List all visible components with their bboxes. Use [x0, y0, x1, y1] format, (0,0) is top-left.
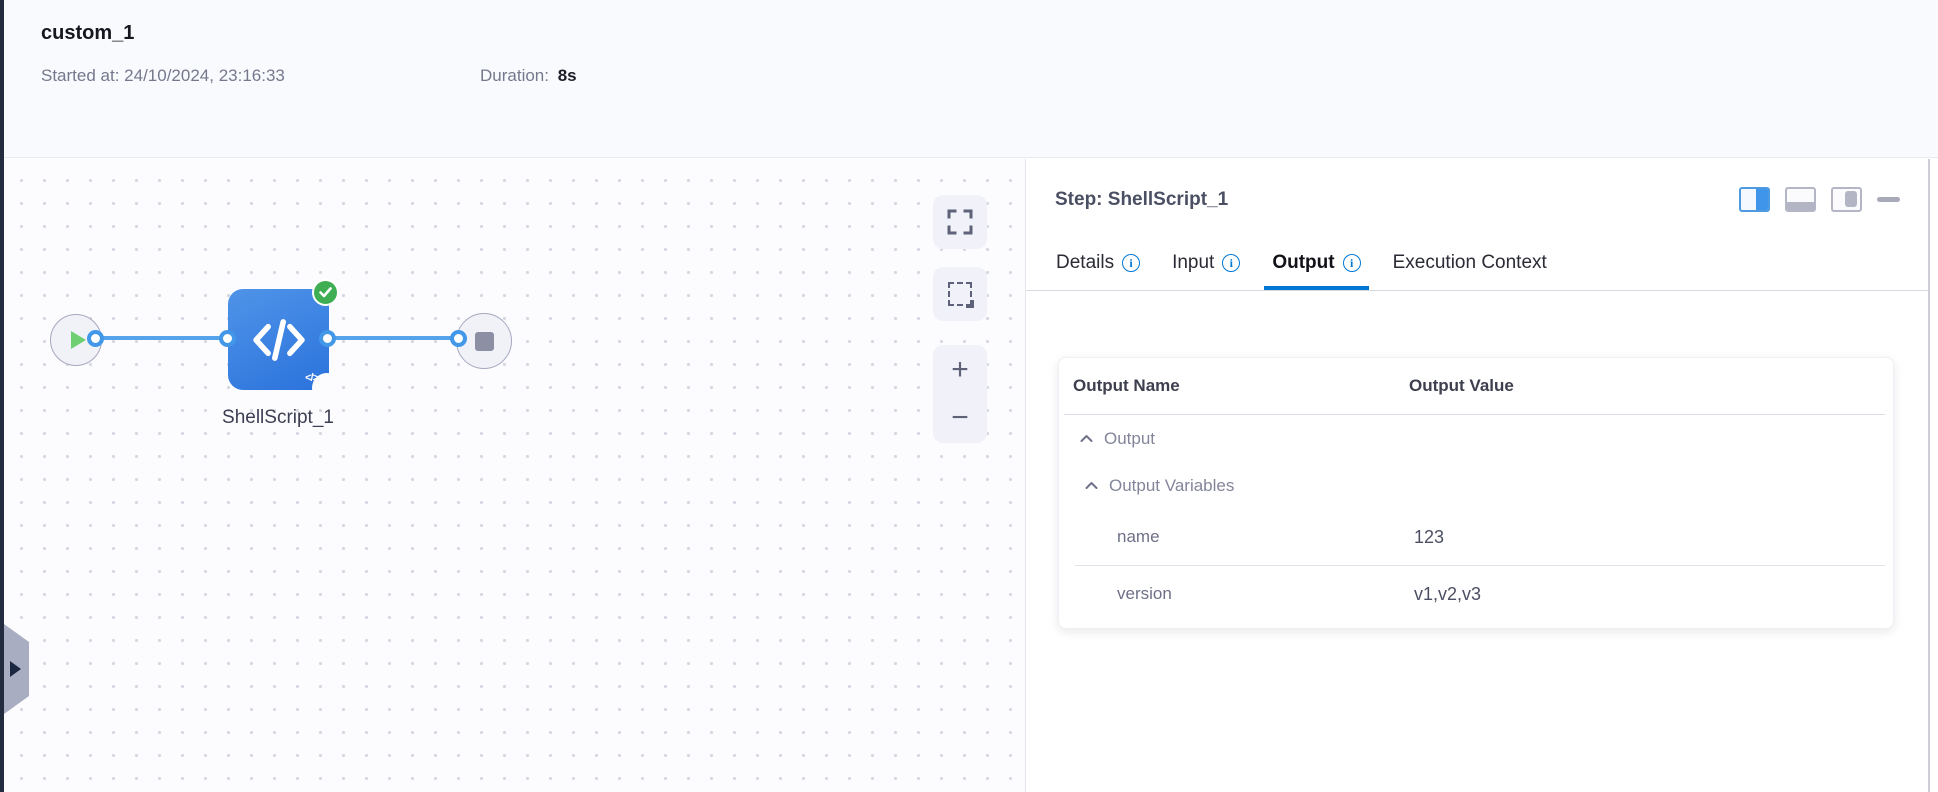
chevron-up-icon[interactable]: [1080, 434, 1093, 443]
edge-endpoint-dot: [450, 330, 467, 347]
step-details-panel: Step: ShellScript_1 Details i Input i Ou…: [1025, 159, 1930, 792]
workflow-canvas[interactable]: </> ShellScript_1 + −: [4, 159, 1025, 792]
fit-to-screen-button[interactable]: [933, 195, 987, 249]
table-header-row: Output Name Output Value: [1059, 358, 1893, 414]
success-check-badge: [312, 279, 339, 306]
table-row: version v1,v2,v3: [1059, 566, 1893, 622]
edge-endpoint-dot: [319, 330, 336, 347]
started-at-text: Started at: 24/10/2024, 23:16:33: [41, 66, 285, 86]
minimize-icon[interactable]: [1877, 197, 1900, 202]
column-header-output-value: Output Value: [1409, 376, 1514, 395]
tab-bar: Details i Input i Output i Execution Con…: [1026, 239, 1928, 291]
chevron-up-icon[interactable]: [1085, 481, 1098, 490]
marquee-select-button[interactable]: [933, 267, 987, 321]
code-brackets-icon: [252, 318, 305, 361]
zoom-in-button[interactable]: +: [951, 355, 969, 385]
edge-start-to-step: [95, 336, 232, 340]
edge-step-to-end: [325, 336, 466, 340]
page-title: custom_1: [41, 22, 135, 44]
layout-floating-panel-icon[interactable]: [1831, 187, 1862, 212]
panel-layout-controls: [1739, 187, 1900, 212]
mini-code-icon: </>: [305, 372, 319, 384]
stop-icon: [474, 331, 494, 351]
execution-header: custom_1 Started at: 24/10/2024, 23:16:3…: [4, 0, 1938, 158]
started-at-label: Started at:: [41, 66, 120, 85]
collapsed-nav-strip: [0, 0, 4, 792]
layout-split-horizontal-icon[interactable]: [1785, 187, 1816, 212]
info-icon[interactable]: i: [1222, 253, 1241, 272]
step-node-shellscript[interactable]: </>: [228, 289, 342, 403]
tree-group-output-variables[interactable]: Output Variables: [1059, 462, 1893, 509]
edge-endpoint-dot: [87, 330, 104, 347]
output-value-cell: 123: [1414, 526, 1445, 547]
tab-input[interactable]: Input i: [1164, 239, 1248, 290]
edge-endpoint-dot: [219, 330, 236, 347]
step-title: Step: ShellScript_1: [1055, 189, 1229, 210]
info-icon[interactable]: i: [1122, 253, 1141, 272]
output-name-cell: name: [1117, 527, 1160, 546]
started-at-value: 24/10/2024, 23:16:33: [124, 66, 285, 85]
arrow-right-icon: [10, 661, 21, 677]
zoom-out-button[interactable]: −: [951, 403, 969, 433]
tab-details[interactable]: Details i: [1048, 239, 1148, 290]
output-table-card: Output Name Output Value Output Output V…: [1058, 357, 1894, 629]
column-header-output-name: Output Name: [1073, 376, 1180, 395]
table-row: name 123: [1059, 509, 1893, 565]
output-value-cell: v1,v2,v3: [1414, 583, 1482, 604]
duration-text: Duration: 8s: [480, 66, 577, 86]
tab-output[interactable]: Output i: [1264, 239, 1369, 290]
check-icon: [319, 287, 332, 298]
marquee-select-icon: [948, 282, 972, 306]
duration-label: Duration:: [480, 66, 549, 85]
expand-corners-icon: [947, 209, 973, 235]
play-icon: [70, 331, 86, 349]
tab-execution-context[interactable]: Execution Context: [1385, 239, 1555, 290]
zoom-controls: + −: [933, 345, 987, 443]
expand-panel-handle[interactable]: [4, 624, 29, 714]
panel-header: Step: ShellScript_1: [1026, 159, 1928, 225]
output-name-cell: version: [1117, 584, 1172, 603]
step-node-label[interactable]: ShellScript_1: [178, 407, 378, 429]
tree-group-label: Output: [1104, 428, 1156, 448]
info-icon[interactable]: i: [1342, 253, 1361, 272]
duration-value: 8s: [557, 66, 577, 85]
tree-group-label: Output Variables: [1109, 475, 1235, 495]
tree-group-output[interactable]: Output: [1059, 415, 1893, 462]
app-root: custom_1 Started at: 24/10/2024, 23:16:3…: [0, 0, 1938, 792]
layout-split-vertical-icon[interactable]: [1739, 187, 1770, 212]
